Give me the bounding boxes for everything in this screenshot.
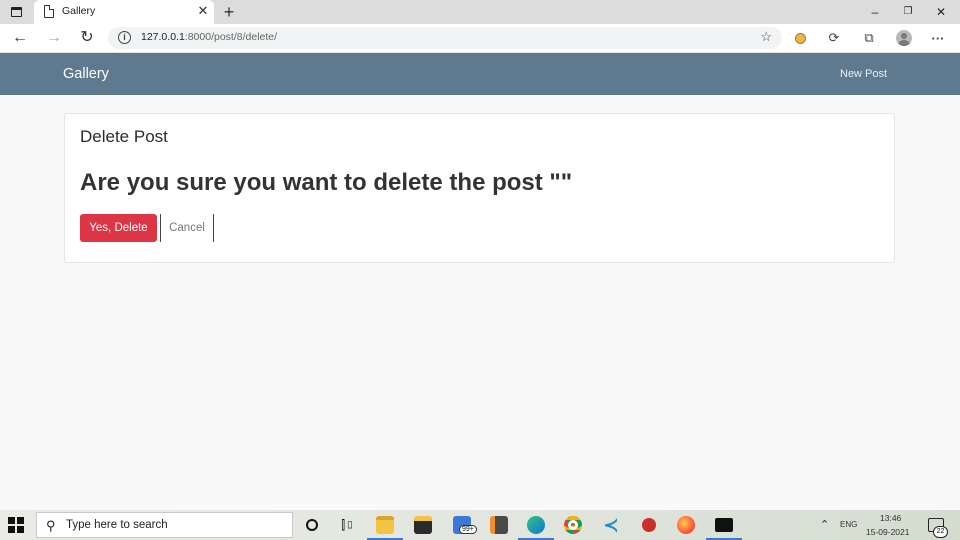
windows-taskbar: ⚲ Type here to search ⫿▯ 99+ ≺ ⌃ ENG 13:… [0,510,960,540]
taskbar-search-box[interactable]: ⚲ Type here to search [36,512,293,538]
new-tab-button[interactable]: + [220,1,238,23]
extension-icon[interactable] [791,29,809,47]
search-icon: ⚲ [46,518,56,533]
sync-icon[interactable]: ⟳ [825,29,843,47]
notification-count-badge: 22 [933,526,948,538]
language-indicator[interactable]: ENG [840,520,857,529]
url-text[interactable]: 127.0.0.1:8000/post/8/delete/ [141,31,277,43]
clock-time[interactable]: 13:46 [880,513,901,523]
back-arrow-icon[interactable]: ← [9,28,31,48]
profile-avatar-icon[interactable] [895,29,913,47]
close-window-button[interactable]: ✕ [926,2,956,22]
url-path: :8000/post/8/delete/ [184,31,278,43]
app-icon[interactable] [638,514,660,536]
browser-toolbar: ← → ↻ i 127.0.0.1:8000/post/8/delete/ ☆ … [0,24,960,53]
terminal-icon[interactable] [706,514,742,540]
mail-badge: 99+ [459,525,477,534]
page-icon [44,5,54,18]
delete-post-card: Delete Post Are you sure you want to del… [64,113,895,263]
chrome-icon[interactable] [562,514,584,536]
sublime-text-icon[interactable] [488,514,510,536]
firefox-icon[interactable] [675,514,697,536]
site-navbar: Gallery New Post [0,53,960,95]
yes-delete-button[interactable]: Yes, Delete [80,214,157,242]
new-post-link[interactable]: New Post [840,68,887,80]
minimize-button[interactable]: – [860,2,890,22]
refresh-icon[interactable]: ↻ [76,28,98,48]
mail-icon[interactable]: 99+ [451,514,477,536]
cortana-icon[interactable] [301,514,323,536]
tray-chevron-up-icon[interactable]: ⌃ [820,518,829,531]
browser-tab-strip: Gallery ✕ + – ❐ ✕ [0,0,960,24]
restore-button[interactable]: ❐ [893,2,923,22]
add-favorite-star-icon[interactable]: ☆ [760,29,772,45]
brand-link[interactable]: Gallery [63,66,109,82]
forward-arrow-icon[interactable]: → [43,28,65,48]
address-bar[interactable]: i 127.0.0.1:8000/post/8/delete/ ☆ [108,27,782,49]
more-menu-icon[interactable]: ··· [929,29,947,47]
task-view-icon[interactable]: ⫿▯ [337,514,359,536]
tab-title: Gallery [62,5,96,17]
cancel-button[interactable]: Cancel [160,214,214,242]
collections-icon[interactable]: ⧉ [860,29,878,47]
vscode-icon[interactable]: ≺ [600,514,622,536]
search-placeholder: Type here to search [66,519,168,531]
tab-close-icon[interactable]: ✕ [196,3,210,19]
site-info-icon[interactable]: i [118,31,131,44]
windows-start-icon[interactable] [8,517,24,533]
clock-date[interactable]: 15-09-2021 [866,527,909,537]
store-icon[interactable] [412,514,434,536]
file-explorer-icon[interactable] [367,514,403,540]
tab-actions-menu-icon[interactable] [8,4,24,20]
confirm-heading: Are you sure you want to delete the post… [80,169,573,196]
card-title: Delete Post [80,127,168,146]
browser-tab[interactable]: Gallery ✕ [34,0,214,24]
url-host: 127.0.0.1 [141,31,185,43]
edge-icon[interactable] [518,514,554,540]
